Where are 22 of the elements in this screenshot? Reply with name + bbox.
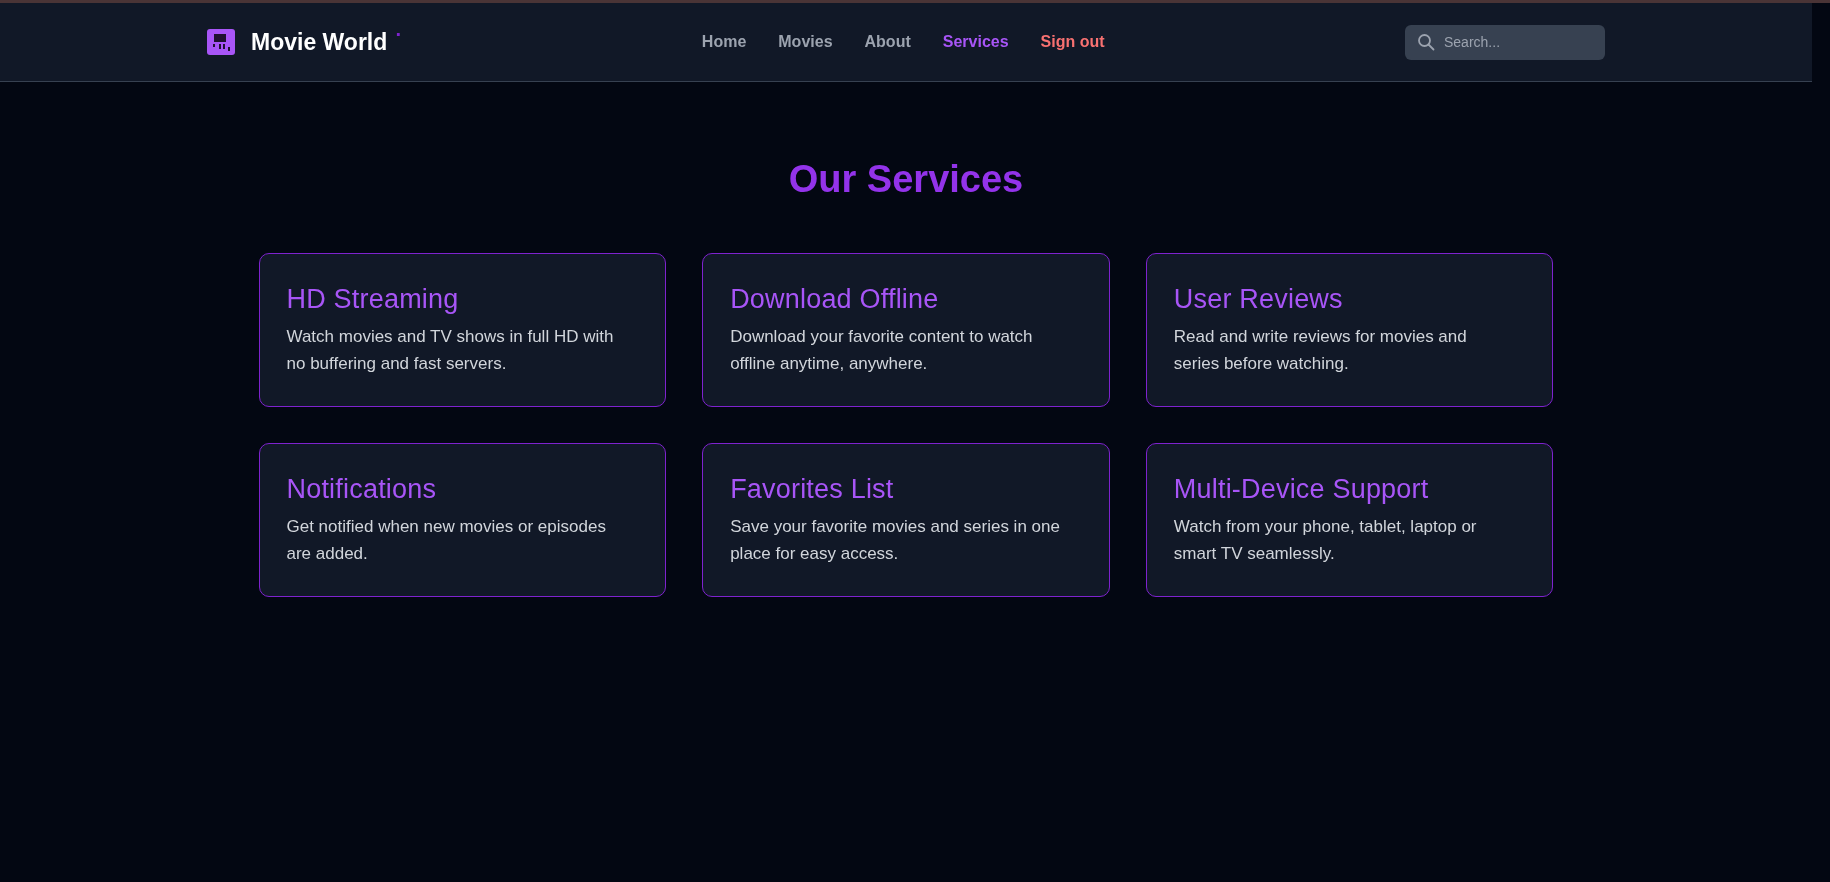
card-description: Download your favorite content to watch offline anytime, anywhere. — [730, 326, 1034, 375]
nav-link[interactable]: About — [864, 33, 911, 51]
brand-name[interactable]: Movie World — [251, 28, 388, 56]
sign-out-link[interactable]: Sign out — [1040, 33, 1105, 51]
brand-dot: . — [395, 20, 402, 42]
card-title: HD Streaming — [286, 284, 460, 315]
card-title: Download Offline — [730, 284, 940, 315]
nav-link[interactable]: Home — [701, 33, 747, 51]
card-description: Read and write reviews for movies and series before watching. — [1173, 326, 1468, 375]
card-title: Notifications — [286, 474, 438, 505]
nav-link[interactable]: Movies — [778, 33, 833, 51]
card-title: User Reviews — [1173, 284, 1344, 315]
logo-icon — [207, 29, 235, 55]
card-description: Watch from your phone, tablet, laptop or smart TV seamlessly. — [1173, 516, 1478, 565]
search-field[interactable]: Search... — [1405, 24, 1605, 60]
section-title: Our Services — [787, 158, 1025, 201]
card-description: Watch movies and TV shows in full HD with no buffering and fast servers. — [286, 326, 615, 375]
nav-link[interactable]: Services — [942, 33, 1009, 51]
card-title: Favorites List — [730, 474, 895, 505]
card-description: Get notified when new movies or episodes are added. — [286, 516, 607, 565]
card-description: Save your favorite movies and series in one place for easy access. — [730, 516, 1061, 565]
card-title: Multi-Device Support — [1173, 474, 1430, 505]
